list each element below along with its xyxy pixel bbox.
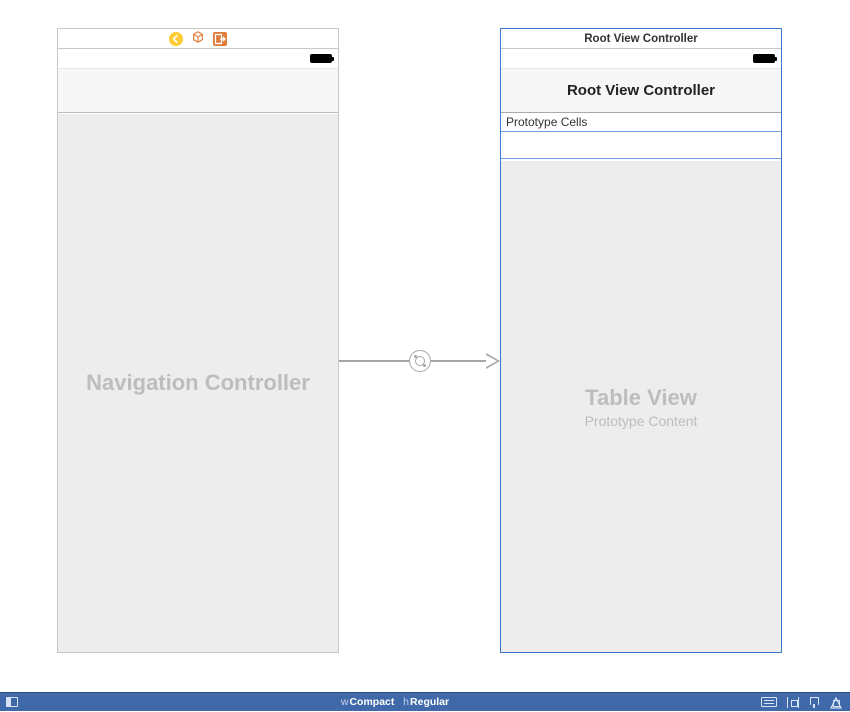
battery-icon (753, 54, 775, 63)
table-view[interactable]: Table View Prototype Content (501, 161, 781, 652)
status-bar (501, 49, 781, 69)
prototype-cells-label: Prototype Cells (501, 113, 781, 132)
size-class-control[interactable]: wCompact hRegular (30, 696, 760, 708)
root-view-controller-segue[interactable] (339, 360, 500, 362)
segue-arrowhead-icon (486, 353, 500, 369)
table-placeholder-subtitle: Prototype Content (585, 413, 698, 429)
align-icon[interactable] (787, 697, 799, 708)
navigation-bar[interactable]: Root View Controller (501, 69, 781, 113)
relationship-segue-icon[interactable] (409, 350, 431, 372)
resolve-issues-icon[interactable] (830, 697, 842, 708)
controller-content-area[interactable]: Navigation Controller (58, 114, 338, 652)
size-class-bar[interactable]: wCompact hRegular (0, 692, 850, 711)
navigation-bar[interactable] (58, 69, 338, 113)
width-prefix: w (341, 696, 349, 708)
exit-icon[interactable] (213, 32, 227, 46)
pin-icon[interactable] (809, 697, 820, 708)
storyboard-canvas[interactable]: Navigation Controller Root View Controll… (0, 0, 850, 692)
height-prefix: h (403, 696, 409, 708)
status-bar (58, 49, 338, 69)
scene-header[interactable] (58, 29, 338, 49)
width-value: Compact (349, 696, 394, 708)
table-placeholder-title: Table View (585, 385, 697, 411)
height-value: Regular (410, 696, 449, 708)
navigation-title: Root View Controller (567, 82, 715, 99)
scene-header[interactable]: Root View Controller (501, 29, 781, 49)
cube-icon[interactable] (191, 30, 205, 47)
root-view-controller-scene[interactable]: Root View Controller Root View Controlle… (500, 28, 782, 653)
placeholder-label: Navigation Controller (86, 370, 310, 396)
table-view-cell[interactable] (501, 131, 781, 159)
document-outline-toggle-icon[interactable] (6, 697, 18, 707)
navigation-controller-scene[interactable]: Navigation Controller (57, 28, 339, 653)
scene-title: Root View Controller (584, 33, 698, 45)
stack-icon[interactable] (761, 697, 777, 707)
battery-icon (310, 54, 332, 63)
back-icon[interactable] (169, 32, 183, 46)
